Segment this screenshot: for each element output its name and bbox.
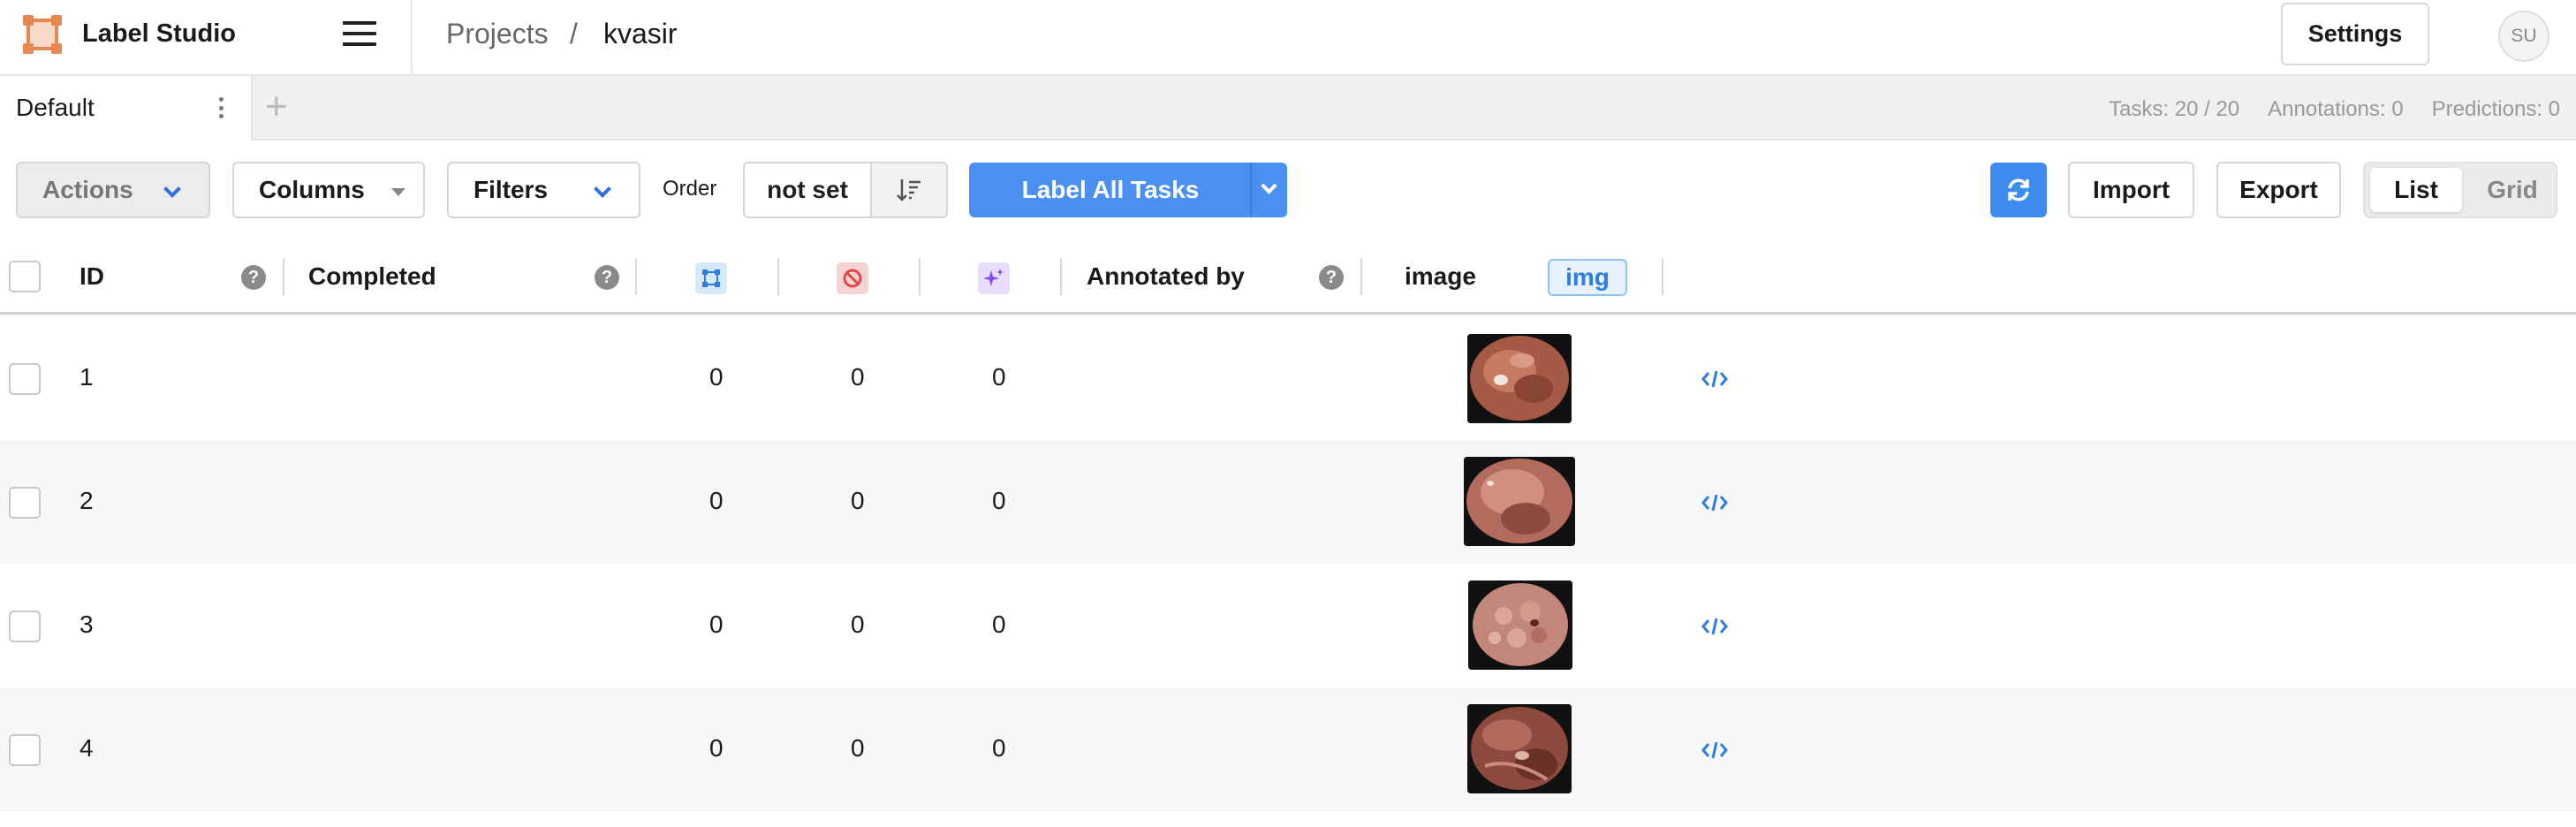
settings-button[interactable]: Settings: [2281, 3, 2429, 65]
task-image-thumbnail[interactable]: [1467, 704, 1572, 793]
hamburger-menu-icon[interactable]: [343, 21, 376, 49]
tab-options-icon[interactable]: [212, 94, 230, 122]
cell-cancelled: 0: [851, 487, 865, 514]
caret-down-icon: [391, 188, 405, 196]
row-checkbox[interactable]: [9, 734, 41, 766]
column-header-image[interactable]: image: [1405, 239, 1476, 315]
row-checkbox[interactable]: [9, 363, 41, 395]
label-studio-logo-icon[interactable]: [23, 15, 62, 54]
divider: [411, 0, 413, 76]
code-icon[interactable]: [1701, 369, 1728, 389]
view-tabs-bar: Default + Tasks: 20 / 20 Annotations: 0 …: [0, 76, 2576, 140]
actions-label: Actions: [42, 176, 133, 203]
task-image-thumbnail[interactable]: [1467, 334, 1572, 423]
refresh-icon: [2008, 178, 2029, 201]
refresh-button[interactable]: [1990, 163, 2047, 217]
add-tab-icon[interactable]: +: [265, 85, 288, 129]
cancelled-icon: [843, 269, 862, 288]
import-button[interactable]: Import: [2068, 162, 2194, 218]
help-icon[interactable]: ?: [595, 265, 619, 290]
actions-dropdown[interactable]: Actions: [16, 162, 210, 218]
cell-predictions: 0: [992, 363, 1006, 391]
cell-id: 3: [80, 611, 94, 638]
breadcrumb-separator: /: [570, 18, 578, 49]
column-resizer[interactable]: [919, 258, 921, 295]
top-navbar: Label Studio Projects / kvasir Settings …: [0, 0, 2576, 76]
cell-predictions: 0: [992, 734, 1006, 762]
cancelled-icon[interactable]: [837, 262, 868, 294]
cell-predictions: 0: [992, 611, 1006, 638]
column-header-annotated-by[interactable]: Annotated by: [1087, 239, 1245, 315]
chevron-down-icon: [163, 180, 181, 198]
cell-id: 2: [80, 487, 94, 514]
table-header: ID ? Completed ? Annotated by ? image im…: [0, 239, 2576, 315]
tab-default[interactable]: Default: [0, 76, 253, 140]
predictions-icon[interactable]: [978, 262, 1010, 294]
help-icon[interactable]: ?: [1319, 265, 1344, 290]
column-resizer[interactable]: [1060, 258, 1062, 295]
annotations-icon[interactable]: [695, 262, 727, 294]
columns-label: Columns: [259, 176, 365, 203]
user-avatar[interactable]: SU: [2498, 11, 2549, 62]
column-type-badge: img: [1548, 259, 1627, 296]
chevron-down-icon: [594, 180, 611, 198]
tab-label: Default: [16, 94, 95, 121]
task-image-thumbnail[interactable]: [1464, 457, 1575, 546]
order-label: Order: [663, 177, 717, 201]
cell-annotations: 0: [709, 363, 724, 391]
order-select[interactable]: not set: [745, 163, 872, 216]
task-image-thumbnail[interactable]: [1468, 580, 1572, 670]
cell-id: 1: [80, 363, 94, 391]
column-header-id[interactable]: ID: [80, 239, 104, 315]
label-all-tasks-label: Label All Tasks: [1021, 176, 1200, 203]
sort-icon: [897, 179, 921, 201]
grid-view-button[interactable]: Grid: [2471, 168, 2554, 212]
label-all-tasks-button[interactable]: Label All Tasks: [969, 163, 1287, 217]
project-stats: Tasks: 20 / 20 Annotations: 0 Prediction…: [2109, 97, 2560, 122]
column-resizer[interactable]: [1360, 258, 1362, 295]
order-control: not set: [743, 162, 948, 218]
tasks-count: Tasks: 20 / 20: [2109, 97, 2240, 121]
code-icon[interactable]: [1701, 493, 1728, 512]
breadcrumb-projects-link[interactable]: Projects: [446, 18, 549, 50]
column-resizer[interactable]: [635, 258, 637, 295]
cell-cancelled: 0: [851, 611, 865, 638]
cell-annotations: 0: [709, 487, 724, 514]
table-row[interactable]: 3 0 0 0: [0, 565, 2576, 688]
row-checkbox[interactable]: [9, 487, 41, 519]
chevron-down-icon[interactable]: [1261, 178, 1277, 194]
cell-id: 4: [80, 734, 94, 762]
export-button[interactable]: Export: [2216, 162, 2341, 218]
table-row[interactable]: 2 0 0 0: [0, 441, 2576, 565]
breadcrumb-current-project: kvasir: [603, 18, 678, 49]
annotations-count: Annotations: 0: [2268, 97, 2404, 121]
sort-direction-button[interactable]: [872, 163, 946, 216]
help-icon[interactable]: ?: [241, 265, 266, 290]
column-header-completed[interactable]: Completed: [308, 239, 436, 315]
sparkle-icon: [983, 269, 1004, 286]
table-row[interactable]: 4 0 0 0: [0, 688, 2576, 812]
divider: [1250, 163, 1252, 217]
code-icon[interactable]: [1701, 740, 1728, 760]
column-resizer[interactable]: [283, 258, 284, 295]
code-icon[interactable]: [1701, 617, 1728, 636]
cell-annotations: 0: [709, 611, 724, 638]
select-all-checkbox[interactable]: [9, 261, 41, 292]
column-resizer[interactable]: [777, 258, 779, 295]
view-toggle: List Grid: [2363, 162, 2557, 218]
row-checkbox[interactable]: [9, 611, 41, 642]
filters-label: Filters: [474, 176, 549, 203]
cell-cancelled: 0: [851, 734, 865, 762]
table-row[interactable]: 1 0 0 0: [0, 317, 2576, 441]
predictions-count: Predictions: 0: [2431, 97, 2560, 121]
columns-dropdown[interactable]: Columns: [232, 162, 425, 218]
annotations-icon: [702, 269, 720, 287]
column-resizer[interactable]: [1662, 258, 1663, 295]
cell-cancelled: 0: [851, 363, 865, 391]
list-view-button[interactable]: List: [2370, 168, 2462, 212]
cell-annotations: 0: [709, 734, 724, 762]
cell-predictions: 0: [992, 487, 1006, 514]
app-title: Label Studio: [82, 19, 236, 48]
filters-dropdown[interactable]: Filters: [447, 162, 640, 218]
